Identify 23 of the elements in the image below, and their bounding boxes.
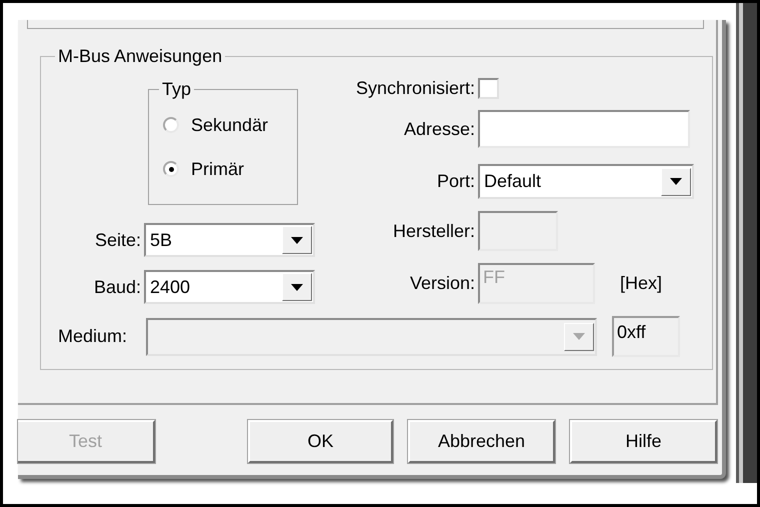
dropdown[interactable]: 5B: [144, 223, 315, 257]
dialog-button[interactable]: Hilfe: [570, 420, 717, 463]
radio-button[interactable]: [163, 117, 179, 133]
dropdown[interactable]: 2400: [144, 270, 315, 304]
radio-label: Primär: [191, 158, 244, 180]
field-label: Seite:: [94, 230, 142, 250]
field-label: Synchronisiert:: [354, 78, 476, 98]
dialog-button[interactable]: OK: [248, 420, 393, 463]
radio-label: Sekundär: [191, 114, 268, 136]
field-label: Version:: [408, 273, 476, 294]
checkbox[interactable]: [478, 78, 499, 98]
field-label: Port:: [436, 171, 476, 192]
dialog-button[interactable]: Abbrechen: [408, 420, 555, 463]
input-field[interactable]: [478, 110, 690, 148]
dropdown[interactable]: Default: [478, 164, 694, 199]
field-label: Medium:: [58, 326, 128, 347]
radio-button[interactable]: [163, 161, 179, 177]
code-display: 0xff: [612, 316, 680, 357]
field-label: Hersteller:: [392, 220, 476, 242]
field-label: Adresse:: [402, 118, 476, 140]
field-label: Baud:: [92, 276, 142, 298]
group-title: M-Bus Anweisungen: [55, 46, 226, 66]
unit-label: [Hex]: [620, 273, 662, 294]
